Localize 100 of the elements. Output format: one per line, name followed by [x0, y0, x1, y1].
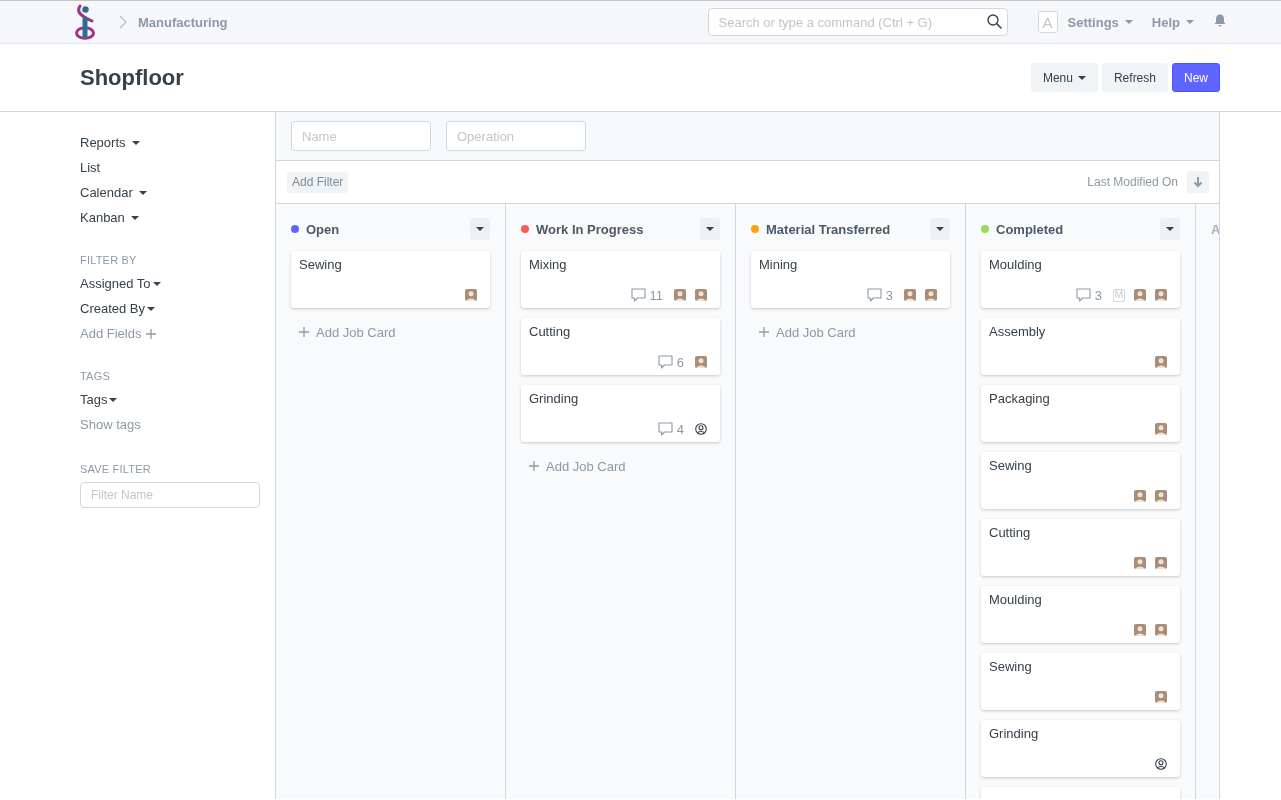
comment-icon: [657, 355, 673, 369]
plus-icon: [146, 328, 157, 339]
user-icon: [695, 423, 707, 435]
column-title: Open: [306, 221, 340, 237]
search-icon: [986, 14, 1002, 29]
card-title: Packaging: [989, 391, 1050, 407]
column-menu-button[interactable]: [930, 218, 950, 240]
card-title: Mining: [759, 257, 798, 273]
job-card[interactable]: Grinding: [981, 720, 1180, 777]
comment-icon: [630, 288, 646, 302]
job-card[interactable]: Cutting: [981, 519, 1180, 576]
filter-input[interactable]: Name: [291, 121, 431, 151]
section-heading: SAVE FILTER: [80, 462, 151, 477]
plus-icon: [759, 327, 769, 337]
sort-button[interactable]: [1187, 171, 1209, 193]
caret-icon: [706, 227, 714, 231]
caret-icon: [138, 190, 147, 195]
comment-count: 6: [676, 354, 684, 370]
card-title: Cutting: [989, 525, 1031, 541]
comment-icon: [1075, 288, 1091, 302]
card-title: Sewing: [989, 659, 1032, 675]
filter-dropdown[interactable]: Assigned To: [80, 271, 161, 296]
filter-dropdown[interactable]: Created By: [80, 296, 156, 321]
job-card[interactable]: Sewing: [981, 653, 1180, 710]
caret-icon: [130, 215, 139, 220]
avatar-icon: [1155, 557, 1167, 569]
caret-icon: [1166, 227, 1174, 231]
comment-count: 11: [649, 287, 663, 303]
avatar-icon: [465, 289, 477, 301]
comment-count: 3: [885, 287, 893, 303]
section-heading: TAGS: [80, 369, 110, 384]
column-menu-button[interactable]: [470, 218, 490, 240]
arrow-down-icon: [1193, 176, 1203, 188]
column-title: Completed: [996, 221, 1064, 237]
filter-dropdown[interactable]: Tags: [80, 387, 118, 412]
chevron-icon: [119, 15, 127, 29]
job-card[interactable]: Assembly: [981, 318, 1180, 375]
job-card[interactable]: Grinding 4: [521, 385, 720, 442]
job-card[interactable]: Cutting 6: [521, 318, 720, 375]
caret-icon: [1124, 20, 1133, 24]
sidebar-link[interactable]: Kanban: [80, 205, 139, 230]
job-card[interactable]: Mining 3: [751, 251, 950, 308]
card-title: Grinding: [989, 726, 1039, 742]
search-field[interactable]: Search or type a command (Ctrl + G): [707, 8, 1008, 36]
avatar-icon: [1134, 490, 1146, 502]
toolbar-button[interactable]: Refresh: [1101, 63, 1168, 92]
card-title: Mixing: [529, 257, 567, 273]
comment-count: 4: [676, 421, 684, 437]
column-title: Work In Progress: [536, 221, 644, 237]
sidebar-link[interactable]: List: [80, 155, 101, 180]
card-title: Sewing: [299, 257, 342, 273]
avatar-icon: [695, 356, 707, 368]
plus-icon: [299, 327, 309, 337]
logo[interactable]: [73, 4, 97, 40]
column-title: Material Transferred: [766, 221, 891, 237]
toolbar-button[interactable]: New: [1172, 63, 1220, 92]
plus-icon: [529, 461, 539, 471]
avatar-icon: [1155, 624, 1167, 636]
card-title: Sewing: [989, 458, 1032, 474]
avatar-icon: [695, 289, 707, 301]
caret-icon: [1186, 20, 1194, 24]
page-title: Shopfloor: [80, 64, 184, 91]
column-menu-button[interactable]: [1160, 218, 1180, 240]
sidebar-link[interactable]: Calendar: [80, 180, 147, 205]
comment-count: 3: [1094, 287, 1102, 303]
caret-icon: [109, 397, 118, 402]
job-card[interactable]: Sewing: [291, 251, 490, 308]
avatar-icon: [674, 289, 686, 301]
user-icon: [1155, 758, 1167, 770]
caret-icon: [1077, 75, 1086, 80]
caret-icon: [131, 140, 140, 145]
bell-icon[interactable]: [1214, 13, 1226, 27]
avatar-icon: [1155, 490, 1167, 502]
comment-icon: [866, 288, 882, 302]
caret-icon: [476, 227, 484, 231]
comment-icon: [657, 422, 673, 436]
job-card[interactable]: Packaging: [981, 385, 1180, 442]
filter-name-field[interactable]: Filter Name: [80, 482, 260, 508]
section-heading: FILTER BY: [80, 253, 137, 268]
sidebar-link[interactable]: Reports: [80, 130, 140, 155]
avatar-icon: [1134, 288, 1146, 301]
avatar-icon: [1134, 557, 1146, 569]
toolbar-button[interactable]: Menu: [1030, 63, 1098, 92]
caret-icon: [147, 306, 156, 311]
card-title: Moulding: [989, 592, 1042, 608]
avatar-icon: [1155, 691, 1167, 703]
card-title: Grinding: [529, 391, 579, 407]
job-card[interactable]: Moulding: [981, 586, 1180, 643]
card-title: Moulding: [989, 257, 1042, 273]
avatar-icon: [925, 289, 937, 301]
filter-input[interactable]: Operation: [446, 121, 586, 151]
caret-icon: [936, 227, 944, 231]
avatar-icon: [1155, 423, 1167, 435]
avatar-icon: [904, 289, 916, 301]
avatar-icon: [1134, 624, 1146, 636]
job-card[interactable]: Sewing: [981, 452, 1180, 509]
avatar-icon: [1155, 288, 1167, 301]
job-card[interactable]: Mixing 11: [521, 251, 720, 308]
column-menu-button[interactable]: [700, 218, 720, 240]
caret-icon: [152, 281, 161, 286]
